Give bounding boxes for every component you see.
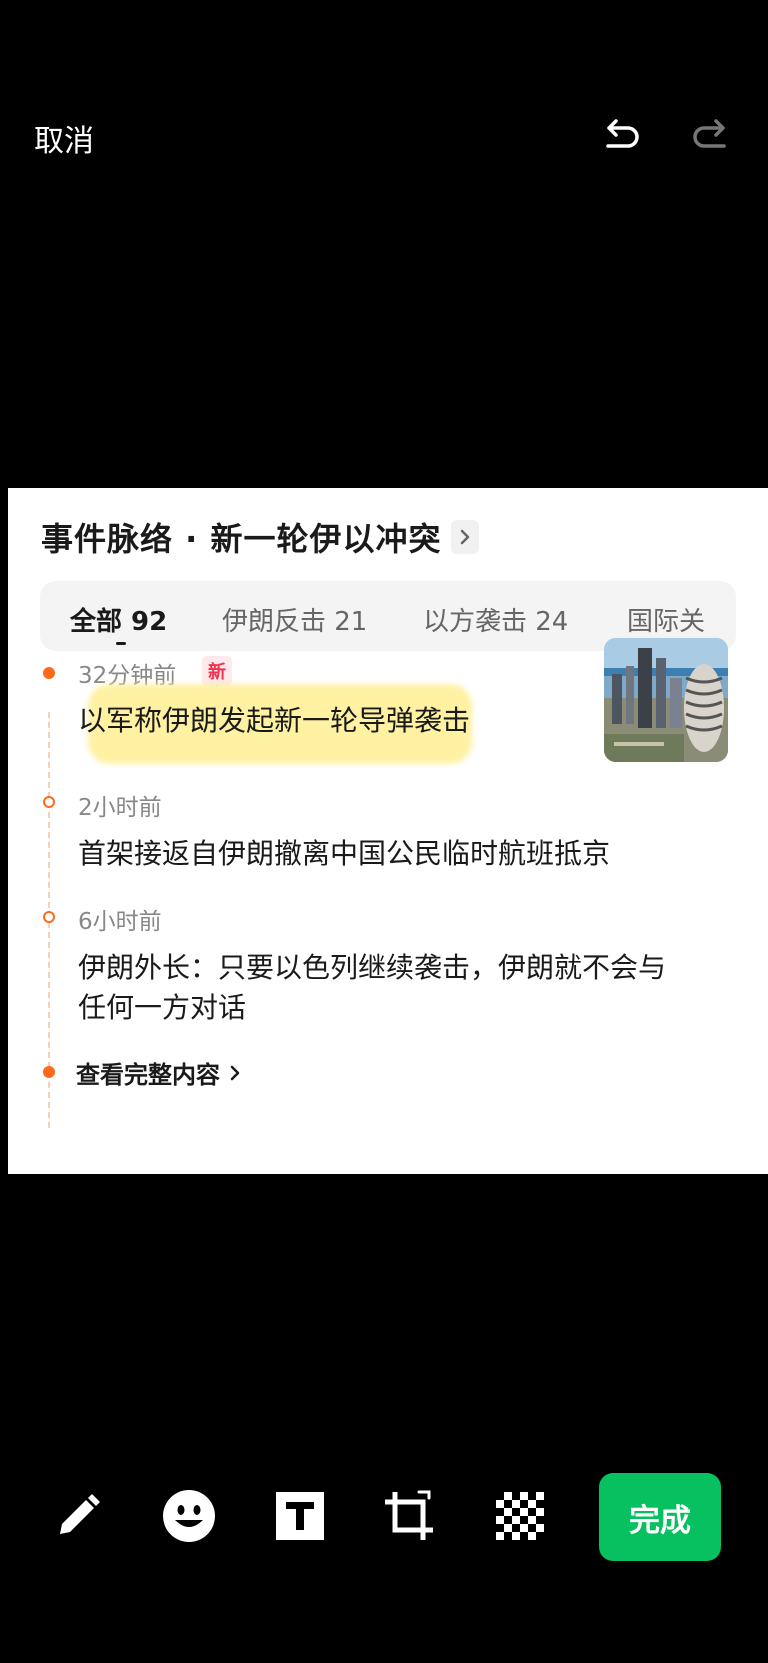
event-timeline-header[interactable]: 事件脉络 · 新一轮伊以冲突 bbox=[41, 514, 480, 560]
timeline-item-text-line2[interactable]: 任何一方对话 bbox=[78, 987, 246, 1029]
timeline-item-text[interactable]: 首架接返自伊朗撤离中国公民临时航班抵京 bbox=[78, 833, 610, 875]
view-full-content-label: 查看完整内容 bbox=[76, 1061, 220, 1089]
timeline-time: 6小时前 bbox=[78, 909, 162, 935]
active-tab-indicator bbox=[116, 642, 126, 645]
chevron-right-icon bbox=[451, 520, 480, 554]
redo-icon[interactable] bbox=[688, 114, 732, 158]
undo-icon[interactable] bbox=[600, 114, 644, 158]
tab-international[interactable]: 国际关 bbox=[627, 601, 705, 638]
crop-icon[interactable] bbox=[381, 1488, 437, 1544]
new-badge: 新 bbox=[202, 656, 232, 686]
timeline-dot bbox=[43, 667, 55, 679]
view-full-content-link[interactable]: 查看完整内容 bbox=[76, 1055, 242, 1090]
news-thumbnail-image[interactable] bbox=[604, 638, 728, 762]
timeline-dot bbox=[43, 911, 55, 923]
cancel-button[interactable]: 取消 bbox=[34, 116, 94, 160]
tab-all[interactable]: 全部 92 bbox=[70, 601, 167, 638]
timeline-item-text-line1[interactable]: 伊朗外长：只要以色列继续袭击，伊朗就不会与 bbox=[78, 947, 666, 989]
timeline-dot bbox=[43, 1066, 55, 1078]
mosaic-icon[interactable] bbox=[492, 1488, 548, 1544]
chevron-right-icon bbox=[230, 1065, 240, 1080]
pencil-icon[interactable] bbox=[50, 1488, 106, 1544]
tab-iran-counterattack[interactable]: 伊朗反击 21 bbox=[222, 601, 367, 638]
card-title: 事件脉络 · 新一轮伊以冲突 bbox=[41, 520, 442, 558]
timeline-dot bbox=[43, 796, 55, 808]
tab-israel-strikes[interactable]: 以方袭击 24 bbox=[423, 601, 568, 638]
timeline-time: 2小时前 bbox=[78, 795, 162, 821]
timeline-item-text[interactable]: 以军称伊朗发起新一轮导弹袭击 bbox=[78, 700, 470, 742]
done-button[interactable]: 完成 bbox=[599, 1473, 721, 1561]
text-icon[interactable] bbox=[272, 1488, 328, 1544]
screenshot-card: 事件脉络 · 新一轮伊以冲突 全部 92 伊朗反击 21 以方袭击 24 国际关… bbox=[8, 488, 768, 1174]
emoji-icon[interactable] bbox=[161, 1488, 217, 1544]
